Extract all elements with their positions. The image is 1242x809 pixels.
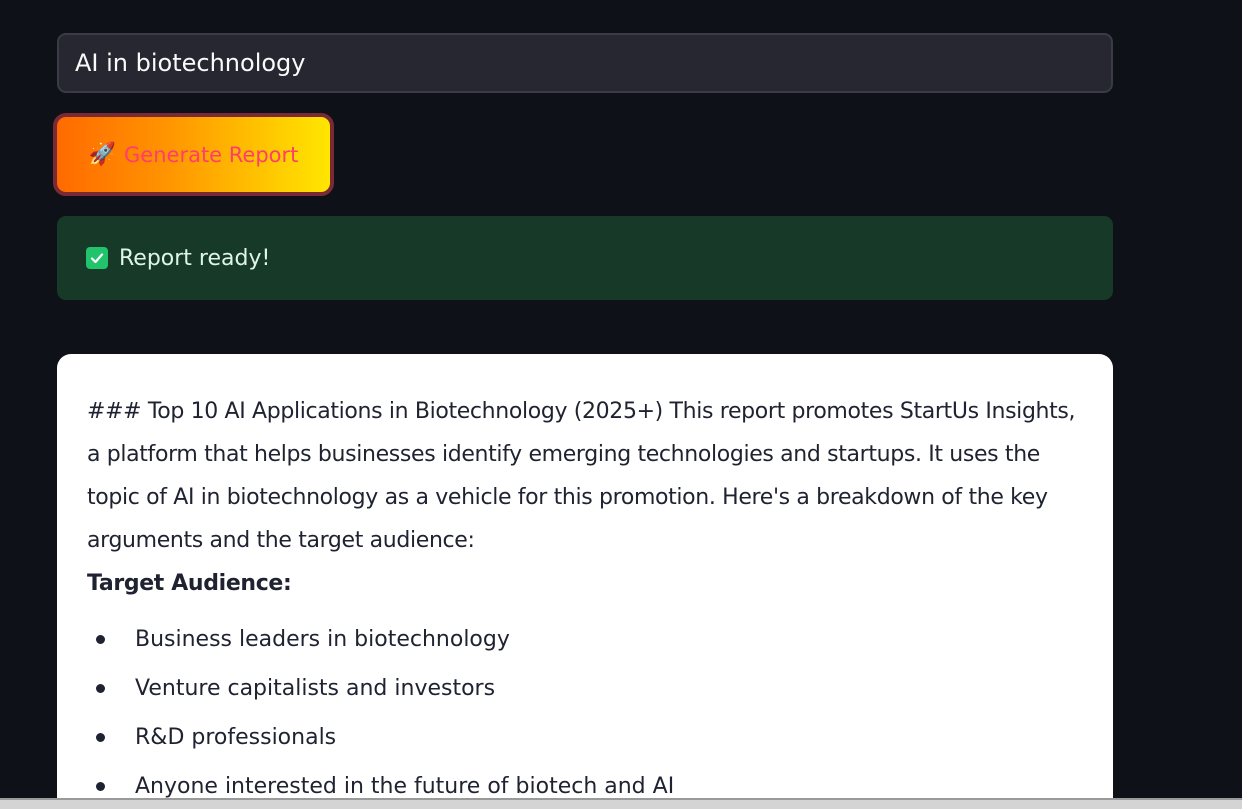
app-root: 🚀 Generate Report Report ready! ### Top … <box>0 0 1242 809</box>
list-item: Business leaders in biotechnology <box>87 615 1083 664</box>
report-intro: ### Top 10 AI Applications in Biotechnol… <box>87 399 1076 553</box>
report-panel: ### Top 10 AI Applications in Biotechnol… <box>57 354 1113 809</box>
generate-report-label: Generate Report <box>124 142 299 167</box>
success-alert: Report ready! <box>57 216 1113 300</box>
bottom-scrollbar[interactable] <box>0 798 1242 809</box>
target-audience-heading: Target Audience: <box>87 571 292 596</box>
rocket-icon: 🚀 <box>88 141 117 167</box>
generate-report-button[interactable]: 🚀 Generate Report <box>53 113 334 196</box>
check-icon <box>86 247 108 269</box>
list-item: R&D professionals <box>87 713 1083 762</box>
audience-list: Business leaders in biotechnology Ventur… <box>87 615 1083 809</box>
topic-input[interactable] <box>57 33 1113 93</box>
success-message: Report ready! <box>119 245 271 271</box>
list-item: Venture capitalists and investors <box>87 664 1083 713</box>
